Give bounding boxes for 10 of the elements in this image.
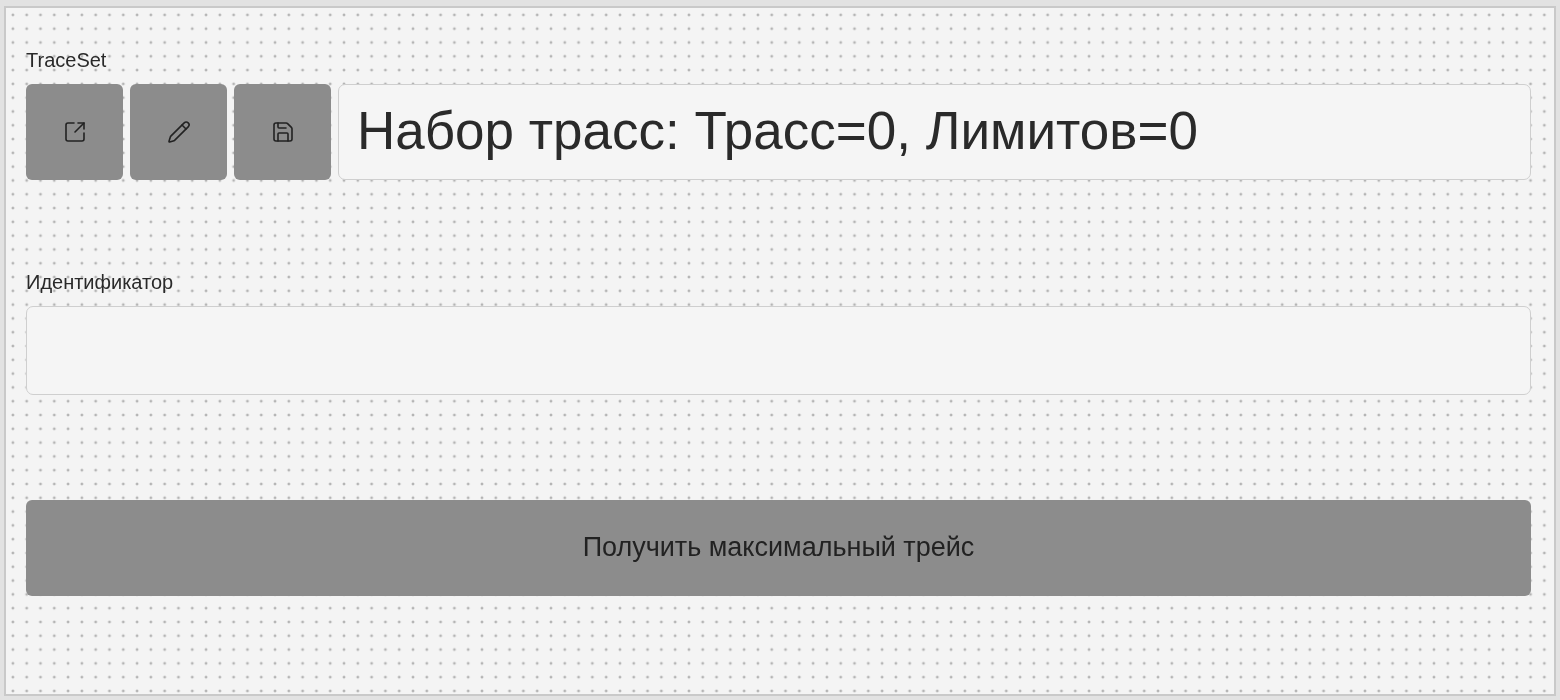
edit-button[interactable]	[130, 84, 227, 180]
field-label: Идентификатор	[26, 270, 174, 294]
input-field[interactable]	[26, 306, 1531, 395]
trace-set-field[interactable]: Набор трасс: Трасс=0, Лимитов=0	[338, 84, 1531, 180]
open-button[interactable]	[26, 84, 123, 180]
pencil-icon	[166, 120, 191, 144]
get-trace-button[interactable]: Получить максимальный трейс	[26, 500, 1531, 596]
save-button[interactable]	[234, 84, 331, 180]
square-arrow-icon	[62, 120, 87, 144]
field-label: TraceSet	[26, 48, 107, 72]
